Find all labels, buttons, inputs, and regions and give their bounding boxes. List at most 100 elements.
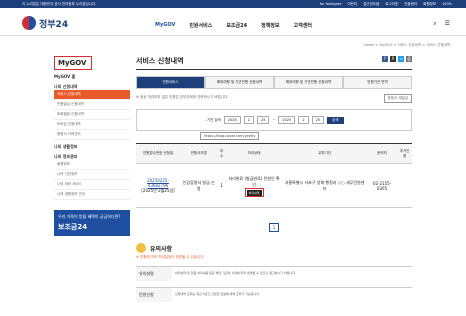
period-search: - 기간 검색 2025 2 25 ~ 2025 2 25 검색 xyxy=(136,109,412,131)
history-tabs: 민원서비스 해외여행 및 기관민원 신청내역 해외여행 및 기관민원 신청내역 … xyxy=(136,76,412,89)
col-service-name: 민원사무명 xyxy=(180,143,218,164)
to-year-select[interactable]: 2025 xyxy=(278,116,296,124)
notice-text: ※ 정상 처리되지 않은 민원은 담당자에게 연락하시기 바랍니다. xyxy=(136,95,229,99)
top-utility-links: for foreigner 어린이 접근성도움 로그아웃 인증센터 회원정보 1… xyxy=(320,0,452,8)
site-header: 정부24 MyGOV 민원서비스 보조금24 정책정보 고객센터 ⌕ ☰ xyxy=(0,8,466,36)
note-value: 신청내역 조회는 최근 3년간 신청한 민원에 대해 조회가 가능합니다. xyxy=(175,292,261,296)
taegeuk-icon xyxy=(22,16,36,30)
from-month-select[interactable]: 2 xyxy=(243,116,255,124)
sidebar-item-issuance-history[interactable]: 민원발급 신청내역 xyxy=(54,100,130,110)
service-name-cell: 인감증명서 발급 신청 xyxy=(180,163,218,208)
cert-center-link[interactable]: 인증센터 xyxy=(404,0,417,8)
sidebar-item-account-service[interactable]: 나의 계좌 서비스 xyxy=(54,180,130,190)
breadcrumb: Home > MyGOV > 서비스 신청내역 > 서비스 신청내역 xyxy=(363,43,450,47)
facebook-icon[interactable]: f xyxy=(382,56,388,62)
extra-cell xyxy=(397,163,412,208)
col-agency: 교부기관 xyxy=(282,143,367,164)
col-receipt: 민원접수번호 신청일 xyxy=(136,143,180,164)
nav-mygov[interactable]: MyGOV xyxy=(155,22,175,29)
nav-civil-service[interactable]: 민원서비스 xyxy=(189,22,212,29)
sidebar-item-service-history[interactable]: 서비스 신청내역 xyxy=(54,90,130,100)
search-button[interactable]: 검색 xyxy=(327,116,344,124)
kids-link[interactable]: 어린이 xyxy=(348,0,358,8)
note-row: 유의설명 처리상태 및 민원 처리내용 등은 해당 기관의 사정에 따라 변경될… xyxy=(136,266,412,281)
share-tools: f X ∞ ⎙ xyxy=(382,56,412,62)
nav-subsidy[interactable]: 보조금24 xyxy=(226,22,247,29)
menu-icon[interactable]: ☰ xyxy=(445,20,450,28)
history-table: 민원접수번호 신청일 민원사무명 부수 처리상태 교부기관 문의처 추가신청 2… xyxy=(136,143,412,208)
tab-overseas-2[interactable]: 해외여행 및 기관민원 신청내역 xyxy=(274,76,343,89)
main-content: 서비스 신청내역 f X ∞ ⎙ 민원서비스 해외여행 및 기관민원 신청내역 … xyxy=(136,56,412,302)
note-key: 민원신청 xyxy=(136,288,172,302)
lightbulb-icon xyxy=(136,243,146,253)
zoom-level[interactable]: 100% xyxy=(442,0,452,8)
main-nav: MyGOV 민원서비스 보조금24 정책정보 고객센터 xyxy=(155,22,312,29)
sidebar: MyGOV MyGOV 홈 나의 신청내역 서비스 신청내역 민원발급 신청내역… xyxy=(54,56,130,236)
note-key: 유의설명 xyxy=(136,267,172,281)
notes-header: 유의사항 xyxy=(136,243,412,253)
col-contact: 문의처 xyxy=(366,143,398,164)
sidebar-item-subsidy-history[interactable]: 보조금 신청내역 xyxy=(54,120,130,130)
receipt-date: [2025년 2월25일] xyxy=(141,187,175,193)
agency-cell: 서울특별시 서초구 양재 행정과 ○○ 세무민원센터 xyxy=(282,163,367,208)
receipt-number-link[interactable]: 20250225-43682796 xyxy=(137,178,179,188)
foreigner-link[interactable]: for foreigner xyxy=(320,0,342,8)
to-day-select[interactable]: 25 xyxy=(311,116,325,124)
nav-policy[interactable]: 정책정보 xyxy=(261,22,279,29)
col-status: 처리상태 xyxy=(225,143,283,164)
url-overlay: https://blog.naver.com/yeelty xyxy=(200,132,260,140)
sidebar-home-link[interactable]: MyGOV 홈 xyxy=(54,74,130,80)
page-1[interactable]: 1 xyxy=(268,223,280,232)
receipt-cell: 20250225-43682796 [2025년 2월25일] xyxy=(136,163,180,208)
status-text: 처리완료 (발급완료) 민원인 확인 xyxy=(228,175,280,187)
reissue-button[interactable]: 증명서 재발급 xyxy=(383,94,412,103)
sidebar-item-member-info[interactable]: 회원정보 xyxy=(54,160,130,170)
search-label: - 기간 검색 xyxy=(204,117,221,122)
member-info-link[interactable]: 회원정보 xyxy=(423,0,436,8)
logout-link[interactable]: 로그아웃 xyxy=(385,0,398,8)
sidebar-group-life-info[interactable]: 나의 생활정보 xyxy=(54,144,130,150)
detail-button[interactable]: 처리내역 xyxy=(246,189,262,196)
header-icons: ⌕ ☰ xyxy=(433,20,450,28)
site-logo[interactable]: 정부24 xyxy=(22,16,68,30)
page-title: 서비스 신청내역 xyxy=(136,56,412,70)
gov-notice-bar: 이 누리집은 대한민국 공식 전자정부 누리집입니다. for foreigne… xyxy=(0,0,466,8)
pagination: 1 xyxy=(136,214,412,233)
notice-row: ※ 정상 처리되지 않은 민원은 담당자에게 연락하시기 바랍니다. 증명서 재… xyxy=(136,94,412,103)
range-separator: ~ xyxy=(272,118,276,122)
note-value: 처리상태 및 민원 처리내용 등은 해당 기관의 사정에 따라 변경될 수 있으… xyxy=(175,271,296,275)
accessibility-link[interactable]: 접근성도움 xyxy=(363,0,379,8)
logo-text: 정부24 xyxy=(39,19,69,30)
sidebar-title: MyGOV xyxy=(54,56,92,70)
sidebar-item-agency-info[interactable]: 나의 기관정보 xyxy=(54,170,130,180)
tab-civil-service[interactable]: 민원서비스 xyxy=(136,76,205,89)
from-year-select[interactable]: 2025 xyxy=(223,116,241,124)
banner-caption: 우리 가족이 받을 혜택이 궁금하다면? xyxy=(58,214,121,219)
status-highlight: 처리내역 xyxy=(244,187,264,197)
search-icon[interactable]: ⌕ xyxy=(433,20,436,28)
sidebar-item-life-info-manage[interactable]: 나의 생활정보 관리 xyxy=(54,190,130,200)
sidebar-item-inquiry-history[interactable]: 조회열람 신청내역 xyxy=(54,110,130,120)
phone-cell: 02-2155-6305 xyxy=(366,163,398,208)
notes-title: 유의사항 xyxy=(150,245,173,253)
status-cell: 처리완료 (발급완료) 민원인 확인 처리내역 xyxy=(225,163,283,208)
col-extra: 추가신청 xyxy=(397,143,412,164)
note-row: 민원신청 신청내역 조회는 최근 3년간 신청한 민원에 대해 조회가 가능합니… xyxy=(136,287,412,302)
table-row: 20250225-43682796 [2025년 2월25일] 인감증명서 발급… xyxy=(136,163,412,208)
x-icon[interactable]: X xyxy=(390,56,396,62)
notes-subtitle: ※ 민원에 따라 처리일정이 변경될 수 있습니다. xyxy=(136,255,205,259)
print-icon[interactable]: ⎙ xyxy=(406,56,412,62)
tab-overseas-1[interactable]: 해외여행 및 기관민원 신청내역 xyxy=(205,76,274,89)
from-day-select[interactable]: 25 xyxy=(257,116,270,124)
count-cell: 1 xyxy=(217,163,226,208)
notes-section: 유의사항 ※ 민원에 따라 처리일정이 변경될 수 있습니다. 유의설명 처리상… xyxy=(136,243,412,302)
sidebar-item-certificate-history[interactable]: 증명서 이력관리 xyxy=(54,130,130,140)
banner-title: 보조금24 xyxy=(58,223,88,231)
col-count: 부수 xyxy=(217,143,226,164)
gov-notice-text: 이 누리집은 대한민국 공식 전자정부 누리집입니다. xyxy=(22,2,97,6)
subsidy-banner[interactable]: 우리 가족이 받을 혜택이 궁금하다면? 보조금24 xyxy=(54,210,130,236)
nav-customer-center[interactable]: 고객센터 xyxy=(294,22,312,29)
tab-translation[interactable]: 민원기관 번역 xyxy=(343,76,412,89)
to-month-select[interactable]: 2 xyxy=(298,116,309,124)
link-icon[interactable]: ∞ xyxy=(398,56,404,62)
